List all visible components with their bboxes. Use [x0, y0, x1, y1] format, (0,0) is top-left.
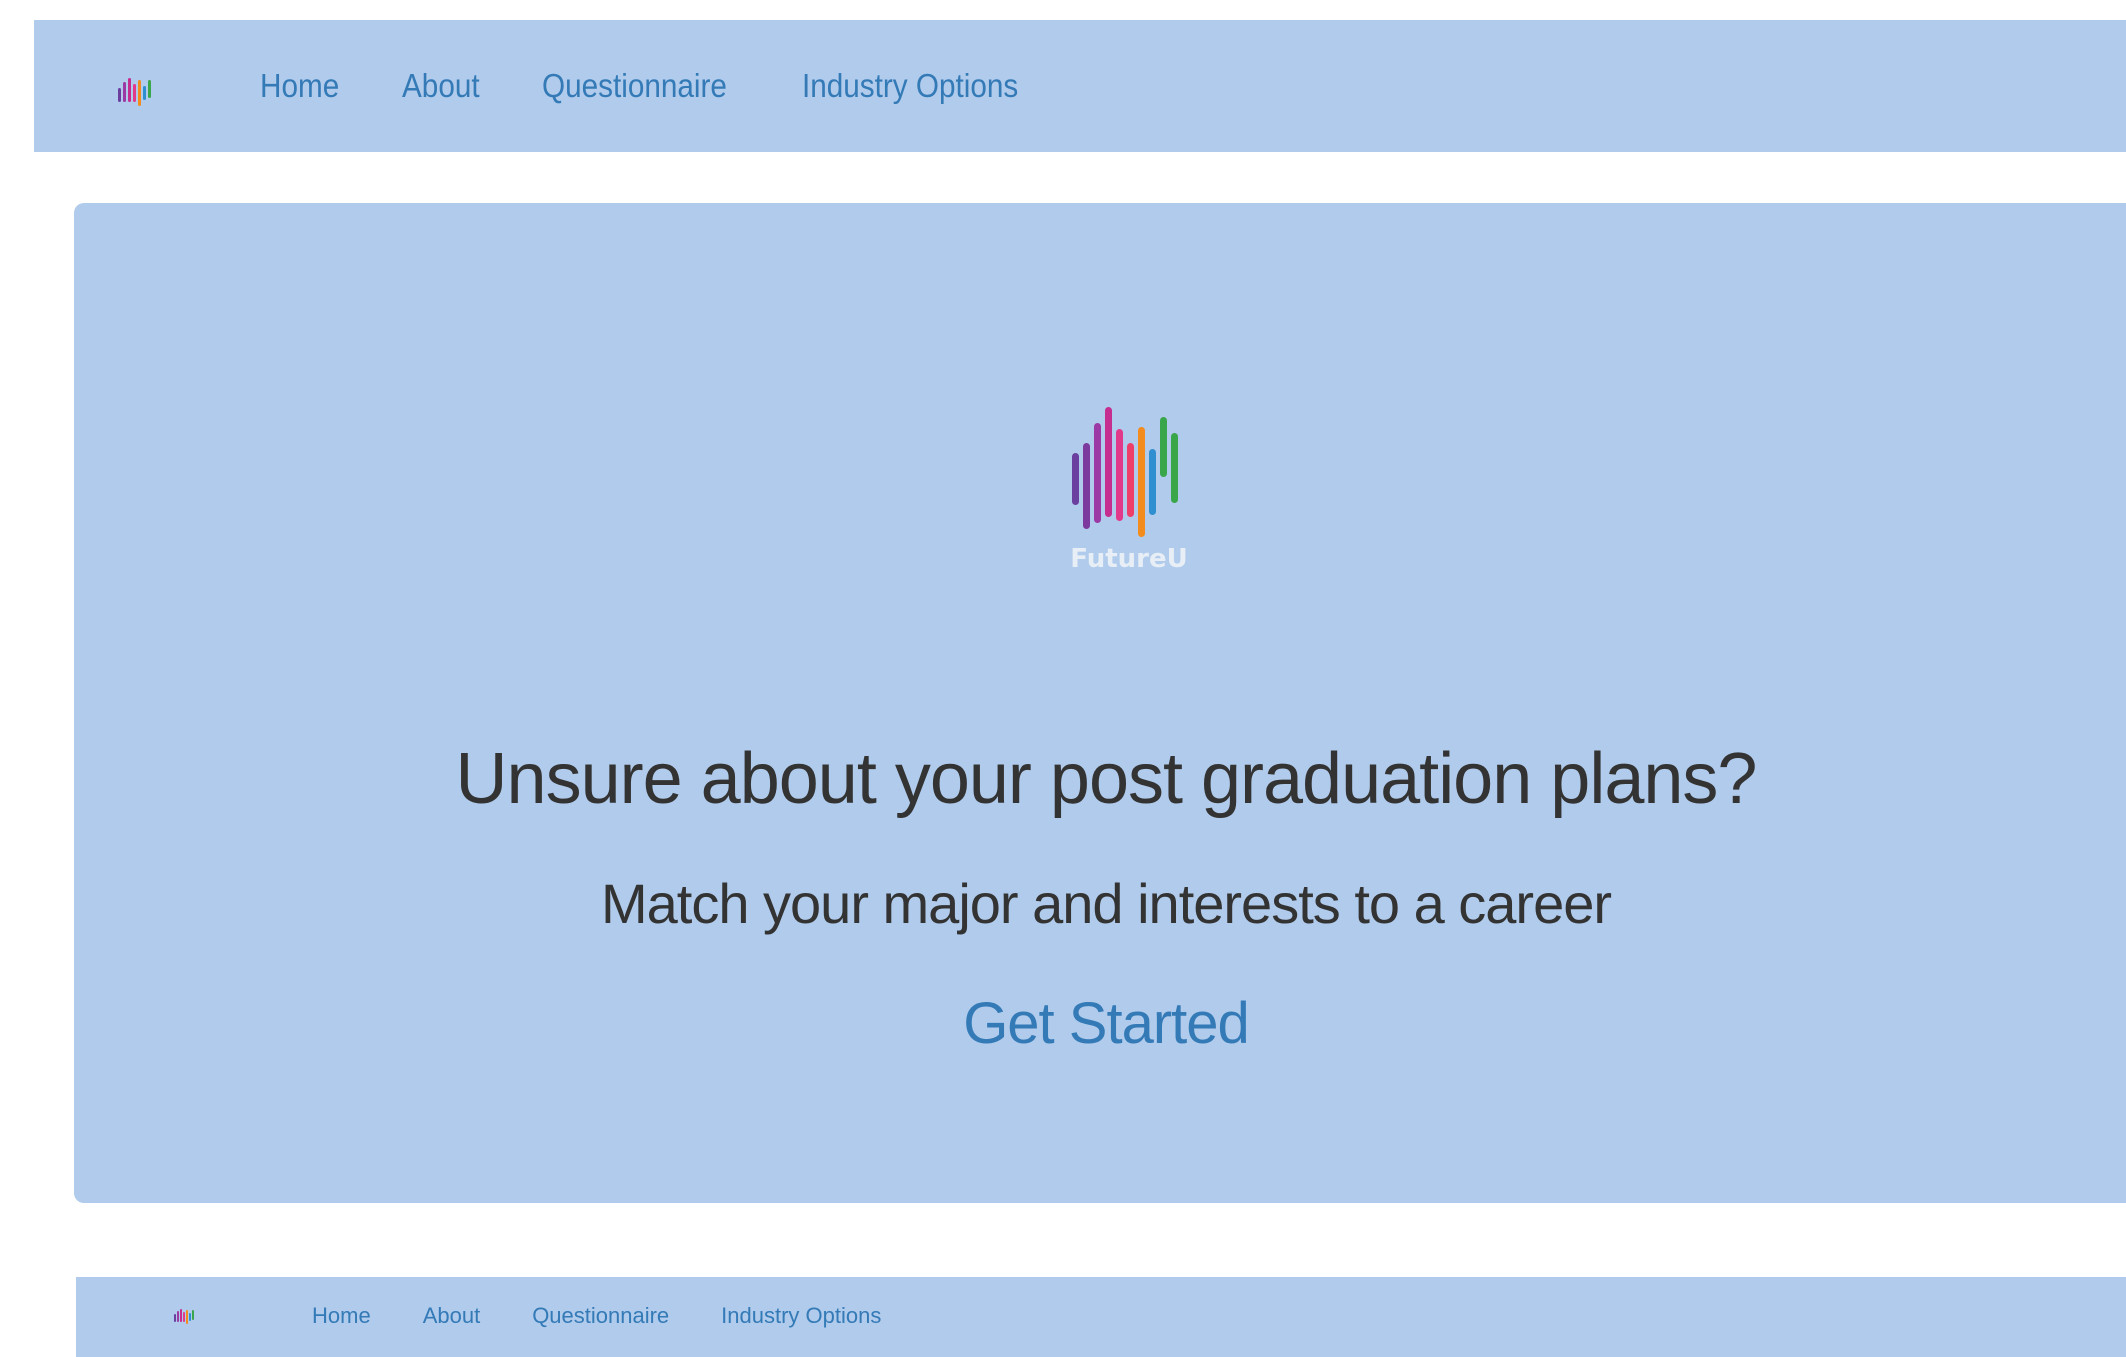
bottom-navbar: Home About Questionnaire Industry Option… — [76, 1277, 2126, 1357]
get-started-link[interactable]: Get Started — [74, 990, 2126, 1057]
hero-subtitle: Match your major and interests to a care… — [600, 872, 1612, 935]
hero-banner: FutureU Unsure about your post graduatio… — [74, 203, 2126, 1203]
hero-title: Unsure about your post graduation plans? — [455, 739, 1758, 819]
futureu-hero-logo-icon: FutureU — [1070, 407, 1188, 573]
nav-link-industry-options[interactable]: Industry Options — [802, 67, 1018, 105]
nav-link-home[interactable]: Home — [260, 67, 339, 105]
bottom-nav-links: Home About Questionnaire Industry Option… — [312, 1303, 933, 1329]
nav-link-industry-options[interactable]: Industry Options — [721, 1303, 881, 1329]
hero-logo-text: FutureU — [1070, 544, 1187, 573]
futureu-logo-icon[interactable] — [172, 1306, 198, 1326]
nav-link-questionnaire[interactable]: Questionnaire — [532, 1303, 669, 1329]
nav-link-questionnaire[interactable]: Questionnaire — [542, 67, 727, 105]
top-navbar: Home About Questionnaire Industry Option… — [34, 20, 2126, 152]
nav-link-home[interactable]: Home — [312, 1303, 371, 1329]
futureu-logo-icon[interactable] — [114, 74, 162, 110]
nav-link-about[interactable]: About — [423, 1303, 481, 1329]
top-nav-links: Home About Questionnaire Industry Option… — [260, 20, 1096, 152]
nav-link-about[interactable]: About — [402, 67, 480, 105]
